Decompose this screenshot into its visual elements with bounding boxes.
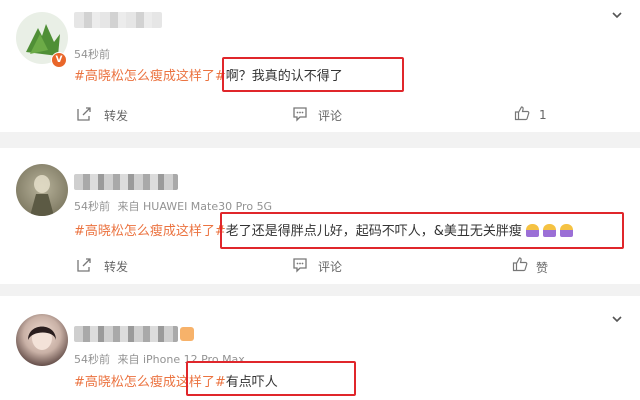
comment-time: 54秒前 [74, 353, 110, 366]
comment-button[interactable]: 评论 [318, 107, 342, 124]
username[interactable] [74, 12, 162, 28]
emoji-icon [559, 224, 573, 237]
chevron-down-icon[interactable] [611, 313, 623, 325]
share-icon[interactable] [76, 257, 92, 273]
comment-button[interactable]: 评论 [318, 258, 342, 275]
avatar[interactable] [16, 314, 68, 366]
level-badge-icon [180, 327, 194, 341]
comment-body: 啊？我真的认不得了 [225, 69, 343, 84]
comment-icon[interactable] [292, 106, 308, 122]
comment-body: 老了还是得胖点儿好，起码不吓人，&美丑无关胖瘦 [225, 224, 522, 239]
comment-device: 来自 HUAWEI Mate30 Pro 5G [117, 200, 273, 213]
comment-text: #高晓松怎么瘦成这样了#老了还是得胖点儿好，起码不吓人，&美丑无关胖瘦 [74, 220, 573, 239]
thumbs-up-icon[interactable] [514, 105, 530, 121]
comment-card: V 54秒前 #高晓松怎么瘦成这样了#啊？我真的认不得了 转发 评论 1 [0, 0, 640, 132]
comment-body: 有点吓人 [225, 375, 278, 390]
username[interactable] [74, 174, 178, 190]
repost-button[interactable]: 转发 [104, 107, 128, 124]
thumbs-up-icon[interactable] [512, 256, 528, 272]
avatar[interactable] [16, 164, 68, 216]
share-icon[interactable] [76, 106, 92, 122]
comment-card: 54秒前 来自 HUAWEI Mate30 Pro 5G #高晓松怎么瘦成这样了… [0, 148, 640, 284]
like-button[interactable]: 赞 [536, 259, 548, 276]
comment-time: 54秒前 [74, 200, 110, 213]
like-count[interactable]: 1 [539, 108, 547, 122]
comment-time: 54秒前 [74, 48, 110, 61]
comment-text: #高晓松怎么瘦成这样了#啊？我真的认不得了 [74, 65, 343, 84]
comment-text: #高晓松怎么瘦成这样了#有点吓人 [74, 371, 278, 390]
emoji-icon [525, 224, 539, 237]
comment-meta: 54秒前 来自 HUAWEI Mate30 Pro 5G [74, 198, 272, 214]
comment-device: 来自 iPhone 12 Pro Max [117, 353, 245, 366]
comment-card: 54秒前 来自 iPhone 12 Pro Max #高晓松怎么瘦成这样了#有点… [0, 296, 640, 400]
chevron-down-icon[interactable] [611, 9, 623, 21]
verified-badge-icon: V [51, 52, 67, 68]
comment-icon[interactable] [292, 257, 308, 273]
topic-link[interactable]: #高晓松怎么瘦成这样了# [74, 69, 226, 84]
topic-link[interactable]: #高晓松怎么瘦成这样了# [74, 375, 226, 390]
emoji-icon [542, 224, 556, 237]
username[interactable] [74, 326, 178, 342]
comment-meta: 54秒前 来自 iPhone 12 Pro Max [74, 351, 245, 367]
repost-button[interactable]: 转发 [104, 258, 128, 275]
comment-meta: 54秒前 [74, 46, 110, 62]
topic-link[interactable]: #高晓松怎么瘦成这样了# [74, 224, 226, 239]
